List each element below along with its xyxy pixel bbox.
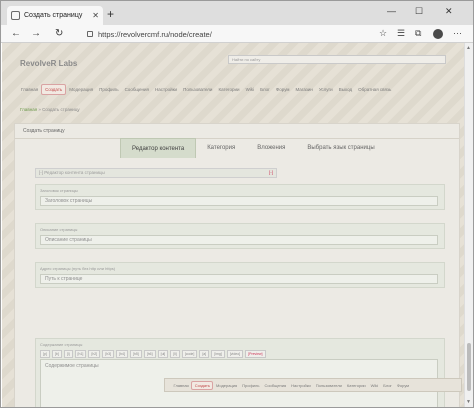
bottom-nav-item[interactable]: Главная bbox=[171, 382, 191, 389]
tab-content-editor[interactable]: Редактор контента bbox=[120, 138, 197, 158]
bbcode-button[interactable]: [h3] bbox=[102, 350, 115, 358]
scroll-down-icon[interactable]: ▼ bbox=[466, 399, 471, 405]
browser-window: Создать страницу ✕ + — ☐ ✕ ← → ↻ https:/… bbox=[0, 0, 474, 408]
tab-language[interactable]: Выбрать язык страницы bbox=[296, 138, 385, 158]
url-field[interactable]: https://revolvercmf.ru/node/create/ bbox=[87, 27, 377, 41]
nav-item[interactable]: Обратная связь bbox=[355, 85, 394, 94]
bottom-nav: Главная Создать Модерация Профиль Сообщения Н… bbox=[164, 378, 462, 392]
back-button[interactable]: ← bbox=[11, 28, 21, 39]
tab-attachments[interactable]: Вложения bbox=[246, 138, 296, 158]
tab-title: Создать страницу bbox=[24, 12, 83, 19]
form-tabs: Редактор контента Категория Вложения Выб… bbox=[120, 138, 386, 158]
bottom-nav-item[interactable]: Модерация bbox=[213, 382, 239, 389]
browser-tab[interactable]: Создать страницу ✕ bbox=[7, 6, 103, 25]
nav-item[interactable]: Магазин bbox=[292, 85, 315, 94]
content-fieldset: Содержание страницы [p] [b] [i] [h1] [h2] [h3… bbox=[35, 338, 445, 407]
close-tab-icon[interactable]: ✕ bbox=[92, 11, 99, 20]
site-search-input[interactable]: Найти по сайту bbox=[228, 55, 446, 64]
collections-icon[interactable]: ☰ bbox=[397, 28, 405, 39]
new-tab-button[interactable]: + bbox=[107, 8, 114, 20]
nav-item[interactable]: Блог bbox=[257, 85, 273, 94]
description-fieldset: Описание страницы Описание страницы bbox=[35, 223, 445, 249]
bottom-nav-item[interactable]: Wiki bbox=[368, 382, 381, 389]
create-page-panel: Создать страницу Редактор контента Катег… bbox=[14, 123, 460, 407]
nav-item[interactable]: Настройки bbox=[152, 85, 180, 94]
bbcode-button[interactable]: [code] bbox=[181, 350, 198, 358]
bbcode-button[interactable]: [h1] bbox=[74, 350, 87, 358]
collapse-toggle[interactable]: [-] bbox=[269, 170, 273, 175]
nav-item[interactable]: Создать bbox=[41, 83, 67, 95]
nav-item[interactable]: Главная bbox=[18, 85, 41, 94]
path-label: Адрес страницы (путь без http или https) bbox=[40, 266, 116, 271]
bottom-nav-item[interactable]: Пользователи bbox=[313, 382, 344, 389]
bbcode-button[interactable]: [h5] bbox=[129, 350, 142, 358]
nav-item[interactable]: Профиль bbox=[96, 85, 121, 94]
nav-item[interactable]: Форум bbox=[273, 85, 293, 94]
bbcode-button[interactable]: [ul] bbox=[157, 350, 169, 358]
scroll-thumb[interactable] bbox=[467, 343, 471, 391]
title-fieldset: Заголовок страницы Заголовок страницы bbox=[35, 184, 445, 210]
extensions-icon[interactable]: ⧉ bbox=[415, 28, 421, 39]
lock-icon bbox=[87, 31, 93, 37]
main-nav: Главная Создать Модерация Профиль Сообщения Н… bbox=[18, 83, 458, 95]
editor-section-header[interactable]: [-] Редактор контента страницы [-] bbox=[35, 168, 277, 178]
bbcode-button[interactable]: [h2] bbox=[88, 350, 101, 358]
url-text: https://revolvercmf.ru/node/create/ bbox=[98, 29, 212, 39]
minimize-button[interactable]: — bbox=[387, 6, 396, 16]
bottom-nav-item[interactable]: Категории bbox=[344, 382, 368, 389]
content-label: Содержание страницы bbox=[40, 342, 83, 347]
breadcrumb-home-link[interactable]: Главная bbox=[20, 107, 37, 112]
bbcode-button[interactable]: [li] bbox=[170, 350, 180, 358]
preview-button[interactable]: [Preview] bbox=[245, 350, 266, 358]
nav-item[interactable]: Выход bbox=[336, 85, 355, 94]
maximize-button[interactable]: ☐ bbox=[415, 6, 423, 16]
bbcode-button[interactable]: [img] bbox=[211, 350, 225, 358]
bbcode-button[interactable]: [h6] bbox=[143, 350, 156, 358]
bbcode-button[interactable]: [h4] bbox=[116, 350, 128, 358]
page-icon bbox=[11, 11, 20, 20]
nav-item[interactable]: Пользователи bbox=[180, 85, 215, 94]
title-label: Заголовок страницы bbox=[40, 188, 78, 193]
path-fieldset: Адрес страницы (путь без http или https)… bbox=[35, 262, 445, 288]
nav-item[interactable]: Сообщения bbox=[122, 85, 152, 94]
bottom-nav-item[interactable]: Создать bbox=[191, 380, 214, 390]
forward-button[interactable]: → bbox=[31, 28, 41, 39]
site-logo[interactable]: RevolveR Labs bbox=[20, 59, 77, 68]
bbcode-button[interactable]: [a] bbox=[199, 350, 210, 358]
scroll-up-icon[interactable]: ▲ bbox=[466, 45, 471, 51]
profile-avatar[interactable] bbox=[433, 29, 443, 39]
bbcode-button[interactable]: [i] bbox=[63, 350, 73, 358]
bbcode-toolbar: [p] [b] [i] [h1] [h2] [h3] [h4] [h5] [h6] [ul] [li… bbox=[40, 350, 266, 358]
page-content: RevolveR Labs Найти по сайту Главная Созд… bbox=[2, 43, 464, 407]
address-bar-row: ← → ↻ https://revolvercmf.ru/node/create… bbox=[1, 25, 473, 43]
breadcrumb-current: Создать страницу bbox=[42, 107, 80, 112]
page-scrollbar[interactable]: ▲ ▼ bbox=[464, 43, 473, 407]
editor-section-label: [-] Редактор контента страницы bbox=[39, 170, 105, 175]
nav-item[interactable]: Wiki bbox=[243, 85, 258, 94]
nav-item[interactable]: Услуги bbox=[316, 85, 336, 94]
reload-button[interactable]: ↻ bbox=[55, 28, 63, 39]
description-input[interactable]: Описание страницы bbox=[40, 235, 438, 245]
panel-title: Создать страницу bbox=[23, 128, 65, 134]
favorite-star-icon[interactable]: ☆ bbox=[379, 28, 387, 39]
close-window-button[interactable]: ✕ bbox=[445, 6, 453, 16]
bottom-nav-item[interactable]: Профиль bbox=[240, 382, 262, 389]
title-input[interactable]: Заголовок страницы bbox=[40, 196, 438, 206]
description-label: Описание страницы bbox=[40, 227, 78, 232]
bottom-nav-item[interactable]: Настройки bbox=[289, 382, 314, 389]
bottom-nav-item[interactable]: Блог bbox=[381, 382, 395, 389]
nav-item[interactable]: Категории bbox=[215, 85, 242, 94]
bottom-nav-item[interactable]: Сообщения bbox=[262, 382, 289, 389]
bbcode-button[interactable]: [b] bbox=[51, 350, 62, 358]
nav-item[interactable]: Модерация bbox=[66, 85, 96, 94]
bbcode-button[interactable]: [video] bbox=[226, 350, 244, 358]
browser-menu-icon[interactable]: ··· bbox=[453, 28, 462, 39]
path-input[interactable]: Путь к странице bbox=[40, 274, 438, 284]
tab-category[interactable]: Категория bbox=[196, 138, 246, 158]
breadcrumb: Главная » Создать страницу bbox=[20, 107, 80, 112]
bbcode-button[interactable]: [p] bbox=[40, 350, 50, 358]
tab-strip: Создать страницу ✕ + — ☐ ✕ bbox=[1, 1, 473, 25]
bottom-nav-item[interactable]: Форум bbox=[394, 382, 411, 389]
